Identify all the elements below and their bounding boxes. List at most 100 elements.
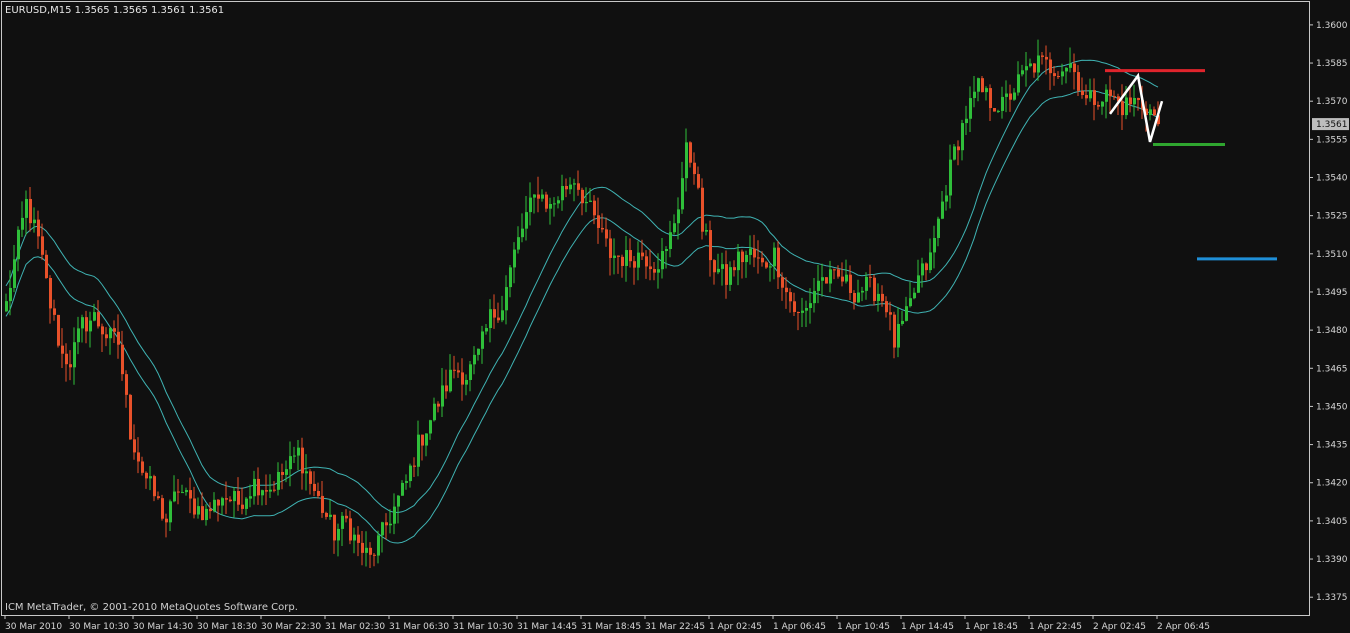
candle-body (857, 292, 860, 303)
candle-body (885, 301, 888, 313)
candle-body (777, 247, 780, 278)
candle-body (509, 267, 512, 288)
candle-body (977, 78, 980, 92)
copyright-text: ICM MetaTrader, © 2001-2010 MetaQuotes S… (5, 602, 298, 613)
candle-body (813, 290, 816, 304)
candle-body (53, 308, 56, 315)
price-tick-label: 1.3435 (1316, 441, 1348, 451)
candle-body (213, 499, 216, 512)
candle-body (557, 200, 560, 204)
candle-body (1057, 76, 1060, 78)
candle-body (697, 174, 700, 188)
candle-body (93, 312, 96, 321)
candle-body (457, 370, 460, 373)
candle-body (909, 298, 912, 307)
candle-body (181, 492, 184, 494)
candle-body (49, 278, 52, 309)
candle-body (1097, 104, 1100, 107)
candle-body (313, 483, 316, 491)
candle-body (361, 542, 364, 553)
candle-body (657, 269, 660, 273)
candle-body (1045, 56, 1048, 60)
candle-body (113, 328, 116, 332)
candle-body (913, 292, 916, 299)
time-tick-label: 30 Mar 14:30 (133, 622, 193, 632)
candle-body (237, 491, 240, 505)
candle-body (621, 256, 624, 266)
candle-body (681, 178, 684, 210)
candle-body (941, 201, 944, 219)
candle-body (373, 554, 376, 556)
candle-body (701, 187, 704, 232)
candle-body (917, 275, 920, 293)
price-tick-label: 1.3390 (1316, 555, 1348, 565)
candle-body (289, 456, 292, 470)
candle-body (389, 523, 392, 526)
candle-body (497, 317, 500, 321)
price-tick-label: 1.3375 (1316, 593, 1348, 603)
candle-body (405, 481, 408, 483)
candle-body (689, 142, 692, 163)
candle-body (165, 518, 168, 523)
time-tick-label: 31 Mar 14:45 (517, 622, 577, 632)
candle-body (581, 189, 584, 204)
candle-body (77, 328, 80, 343)
candle-body (1041, 55, 1044, 57)
candle-body (381, 522, 384, 536)
candle-body (149, 476, 152, 479)
price-chart[interactable]: 1.3600 1.3585 1.3570 1.3555 1.3540 1.3525 1.35… (0, 0, 1350, 633)
candle-body (117, 331, 120, 345)
candle-body (89, 320, 92, 332)
candle-body (573, 183, 576, 185)
candle-body (969, 98, 972, 119)
candle-body (693, 162, 696, 175)
candle-body (305, 471, 308, 474)
candle-body (1133, 98, 1136, 105)
candle-body (1001, 96, 1004, 111)
candle-body (65, 353, 68, 365)
candle-body (337, 528, 340, 541)
candle-body (893, 314, 896, 348)
candle-body (1013, 92, 1016, 100)
price-tick-label: 1.3570 (1316, 97, 1348, 107)
price-tick-label: 1.3450 (1316, 402, 1348, 412)
candle-body (309, 471, 312, 484)
candle-body (601, 227, 604, 230)
candle-body (609, 238, 612, 258)
candle-body (453, 369, 456, 371)
candle-body (921, 263, 924, 276)
candle-body (637, 252, 640, 268)
candle-body (189, 490, 192, 499)
candle-body (961, 123, 964, 151)
candle-body (741, 251, 744, 263)
candle-body (545, 194, 548, 209)
candle-body (217, 499, 220, 506)
candle-body (297, 447, 300, 456)
candle-body (765, 262, 768, 268)
candle-body (613, 255, 616, 258)
candle-body (157, 496, 160, 499)
candle-body (769, 266, 772, 268)
candle-body (69, 364, 72, 368)
candle-body (889, 312, 892, 315)
candle-body (1137, 98, 1140, 101)
candle-body (873, 277, 876, 301)
candle-body (409, 465, 412, 482)
candle-body (293, 455, 296, 457)
candle-body (1089, 90, 1092, 99)
candle-body (425, 433, 428, 446)
candle-body (525, 212, 528, 229)
candle-body (1073, 63, 1076, 73)
candle-body (817, 280, 820, 291)
candle-body (529, 197, 532, 213)
candle-body (377, 535, 380, 556)
candle-body (249, 496, 252, 499)
candle-body (477, 348, 480, 355)
candle-body (73, 342, 76, 368)
candle-body (489, 309, 492, 329)
candle-body (729, 267, 732, 285)
candle-body (905, 306, 908, 321)
candle-body (81, 317, 84, 329)
candle-body (749, 248, 752, 255)
candle-body (153, 476, 156, 497)
